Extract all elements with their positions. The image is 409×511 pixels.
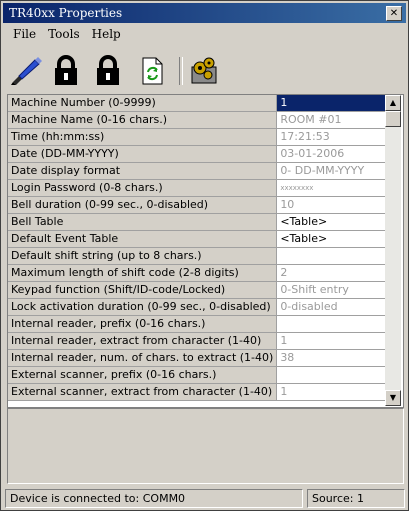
- table-row[interactable]: Default Event Table <Table>: [8, 230, 394, 248]
- padlock-icon[interactable]: [49, 55, 83, 87]
- property-label: Time (hh:mm:ss): [8, 128, 278, 146]
- property-value[interactable]: <Table>: [276, 230, 394, 248]
- property-label: Internal reader, num. of chars. to extra…: [8, 349, 278, 367]
- property-value[interactable]: [276, 366, 394, 384]
- vertical-scrollbar[interactable]: ▲ ▼: [385, 95, 401, 406]
- property-label: Lock activation duration (0-99 sec., 0-d…: [8, 298, 278, 316]
- property-value[interactable]: 03-01-2006: [276, 145, 394, 163]
- property-label: Keypad function (Shift/ID-code/Locked): [8, 281, 278, 299]
- status-bar: Device is connected to: COMM0 Source: 1: [3, 489, 406, 508]
- toolbar-separator: [179, 57, 183, 85]
- padlock-icon[interactable]: [91, 55, 125, 87]
- scroll-up-arrow-icon[interactable]: ▲: [385, 95, 401, 111]
- property-value[interactable]: [276, 315, 394, 333]
- property-value[interactable]: 0- DD-MM-YYYY: [276, 162, 394, 180]
- table-row[interactable]: External scanner, extract from character…: [8, 383, 394, 401]
- property-value[interactable]: 0-Shift entry: [276, 281, 394, 299]
- table-row[interactable]: External scanner, prefix (0-16 chars.): [8, 366, 394, 384]
- property-label: Internal reader, prefix (0-16 chars.): [8, 315, 278, 333]
- table-row[interactable]: Login Password (0-8 chars.) xxxxxxxx: [8, 179, 394, 197]
- property-label: Machine Name (0-16 chars.): [8, 111, 278, 129]
- property-value[interactable]: 10: [276, 196, 394, 214]
- property-label: External scanner, prefix (0-16 chars.): [8, 366, 278, 384]
- window-title: TR40xx Properties: [9, 6, 123, 20]
- property-label: Bell Table: [8, 213, 278, 231]
- property-label: Date (DD-MM-YYYY): [8, 145, 278, 163]
- table-row[interactable]: Maximum length of shift code (2-8 digits…: [8, 264, 394, 282]
- property-label: Bell duration (0-99 sec., 0-disabled): [8, 196, 278, 214]
- table-row[interactable]: Time (hh:mm:ss) 17:21:53: [8, 128, 394, 146]
- property-table: Machine Number (0-9999) 1 Machine Name (0…: [8, 95, 394, 401]
- source-status: Source: 1: [307, 489, 405, 508]
- menu-help[interactable]: Help: [86, 25, 127, 43]
- scroll-down-arrow-icon[interactable]: ▼: [385, 390, 401, 406]
- menu-tools[interactable]: Tools: [42, 25, 86, 43]
- menu-bar: File Tools Help: [3, 25, 406, 45]
- property-label: Default shift string (up to 8 chars.): [8, 247, 278, 265]
- scroll-thumb[interactable]: [385, 111, 401, 127]
- table-row[interactable]: Internal reader, prefix (0-16 chars.): [8, 315, 394, 333]
- property-value[interactable]: <Table>: [276, 213, 394, 231]
- refresh-document-icon[interactable]: [135, 55, 169, 87]
- property-value[interactable]: ROOM #01: [276, 111, 394, 129]
- property-label: Internal reader, extract from character …: [8, 332, 278, 350]
- property-value[interactable]: 38: [276, 349, 394, 367]
- property-label: Machine Number (0-9999): [8, 95, 278, 112]
- table-row[interactable]: Date display format 0- DD-MM-YYYY: [8, 162, 394, 180]
- settings-gears-icon[interactable]: [187, 55, 221, 87]
- table-row[interactable]: Date (DD-MM-YYYY) 03-01-2006: [8, 145, 394, 163]
- property-value[interactable]: 1: [276, 332, 394, 350]
- close-button[interactable]: ✕: [386, 6, 402, 21]
- toolbar: [3, 51, 406, 91]
- property-value[interactable]: 1: [276, 383, 394, 401]
- property-value[interactable]: 0-disabled: [276, 298, 394, 316]
- property-value[interactable]: 2: [276, 264, 394, 282]
- property-label: Login Password (0-8 chars.): [8, 179, 278, 197]
- table-row[interactable]: Machine Number (0-9999) 1: [8, 95, 394, 112]
- property-value[interactable]: [276, 247, 394, 265]
- menu-file[interactable]: File: [7, 25, 42, 43]
- pen-edit-icon[interactable]: [9, 55, 43, 87]
- table-row[interactable]: Machine Name (0-16 chars.) ROOM #01: [8, 111, 394, 129]
- property-label: Date display format: [8, 162, 278, 180]
- connection-status: Device is connected to: COMM0: [5, 489, 303, 508]
- properties-window: TR40xx Properties ✕ File Tools Help Mach…: [0, 0, 409, 511]
- property-label: External scanner, extract from character…: [8, 383, 278, 401]
- description-panel: [7, 408, 404, 484]
- property-value[interactable]: 17:21:53: [276, 128, 394, 146]
- property-label: Maximum length of shift code (2-8 digits…: [8, 264, 278, 282]
- table-row[interactable]: Internal reader, extract from character …: [8, 332, 394, 350]
- table-row[interactable]: Bell duration (0-99 sec., 0-disabled) 10: [8, 196, 394, 214]
- title-bar[interactable]: TR40xx Properties ✕: [3, 3, 406, 23]
- table-row[interactable]: Bell Table <Table>: [8, 213, 394, 231]
- property-value[interactable]: 1: [276, 95, 394, 112]
- table-row[interactable]: Default shift string (up to 8 chars.): [8, 247, 394, 265]
- table-row[interactable]: Lock activation duration (0-99 sec., 0-d…: [8, 298, 394, 316]
- table-row[interactable]: Keypad function (Shift/ID-code/Locked) 0-…: [8, 281, 394, 299]
- table-row[interactable]: Internal reader, num. of chars. to extra…: [8, 349, 394, 367]
- property-grid: Machine Number (0-9999) 1 Machine Name (0…: [7, 94, 404, 408]
- property-label: Default Event Table: [8, 230, 278, 248]
- property-value[interactable]: xxxxxxxx: [276, 179, 394, 197]
